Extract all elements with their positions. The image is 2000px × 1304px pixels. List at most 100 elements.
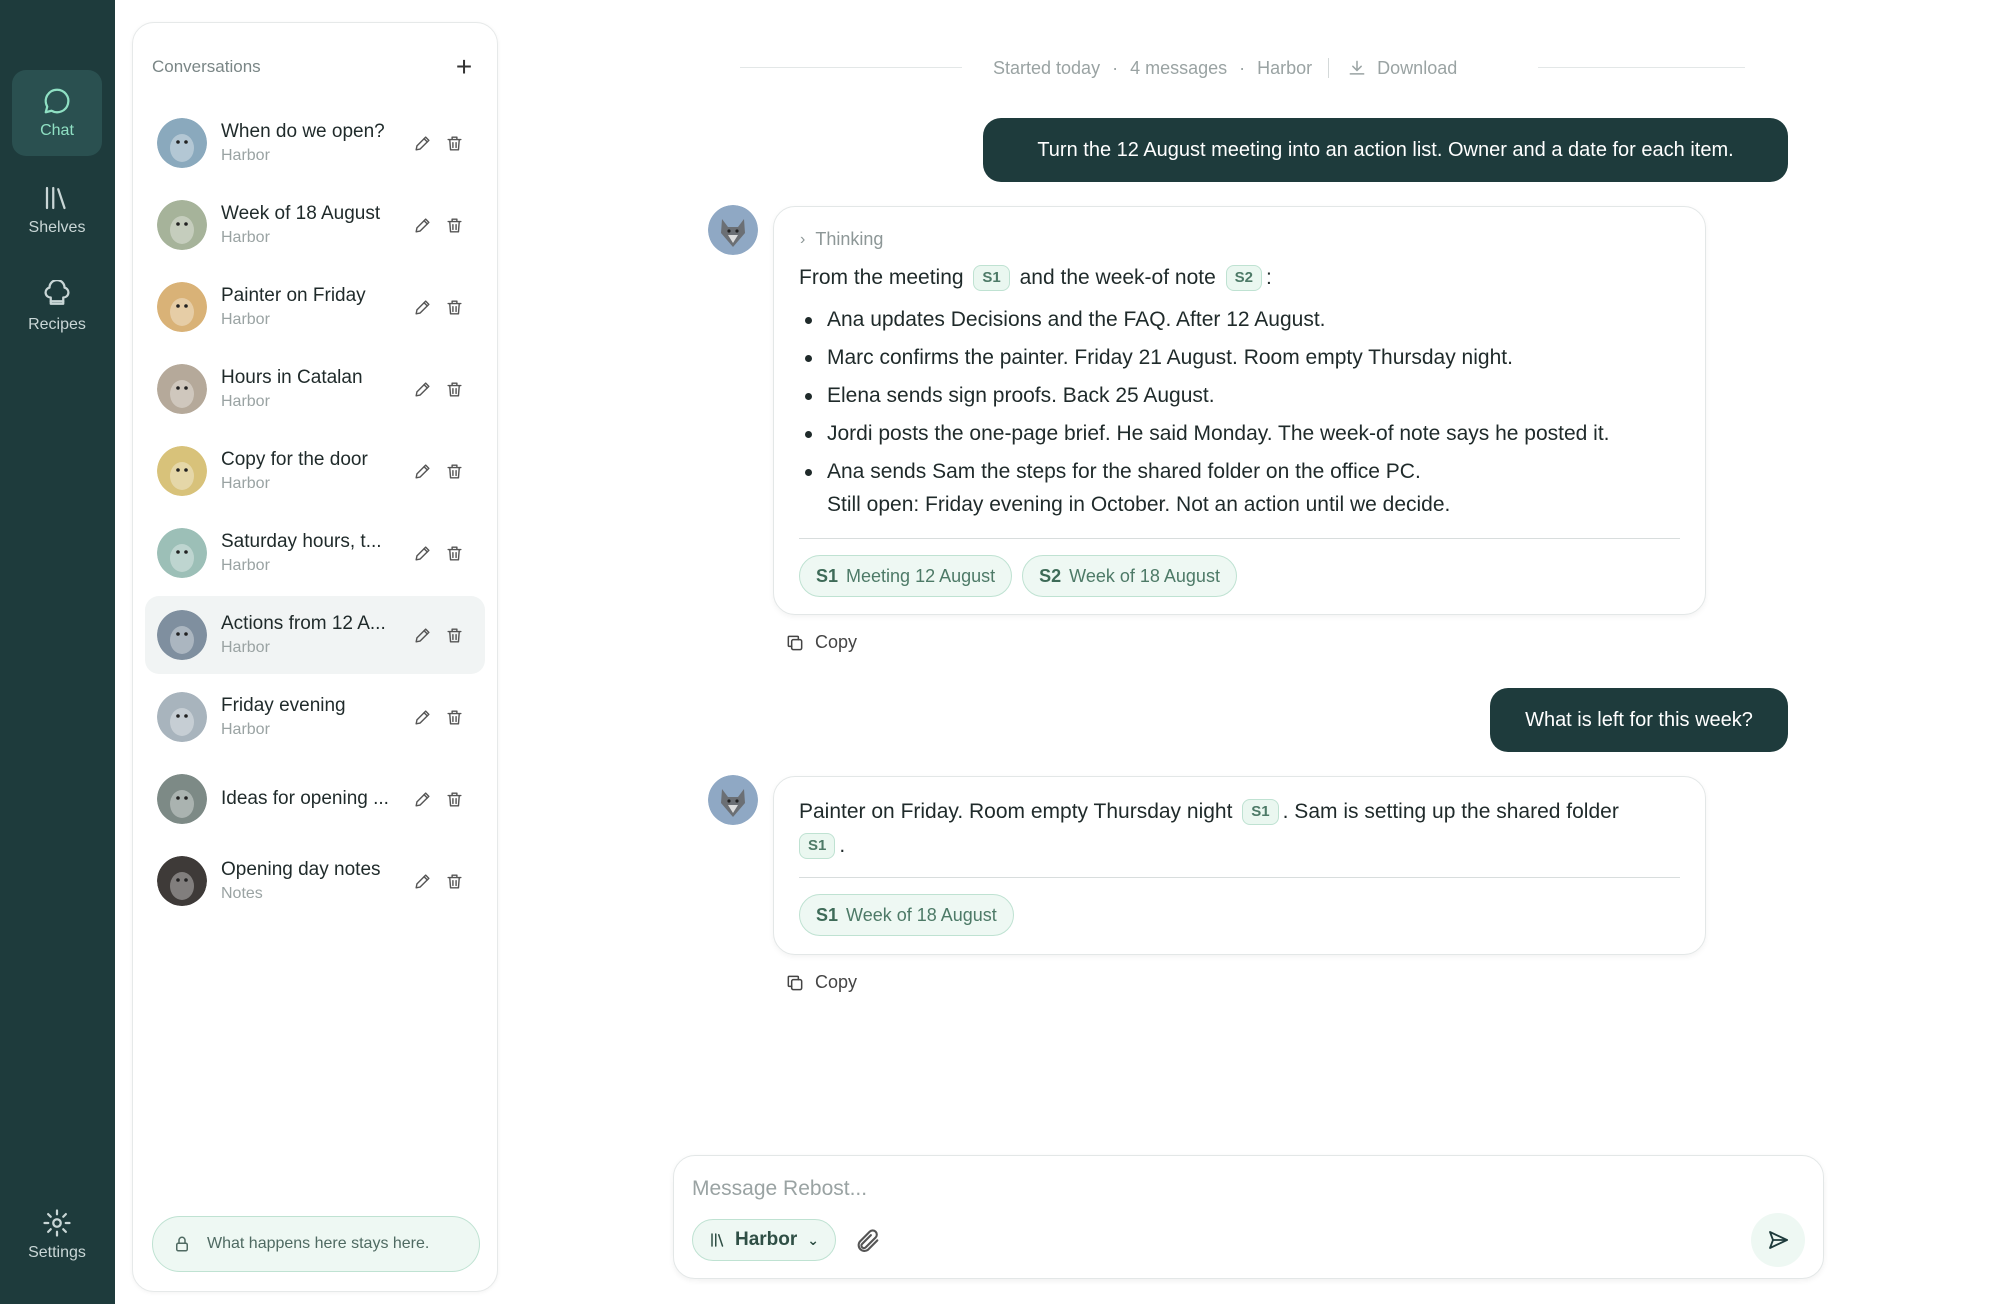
copy-button[interactable]: Copy [785, 972, 857, 993]
edit-conversation-button[interactable] [409, 212, 435, 238]
copy-button[interactable]: Copy [785, 632, 857, 653]
chevron-down-icon: ⌄ [807, 1231, 820, 1248]
edit-conversation-button[interactable] [409, 294, 435, 320]
nav-shelves[interactable]: Shelves [12, 167, 102, 253]
thinking-label: Thinking [815, 229, 884, 249]
conversations-panel: Conversations + When do we open? Harbor We… [132, 22, 498, 1292]
pencil-icon [414, 545, 430, 561]
edit-conversation-button[interactable] [409, 704, 435, 730]
edit-conversation-button[interactable] [409, 786, 435, 812]
source-pill[interactable]: S1 Meeting 12 August [799, 555, 1013, 597]
citation-chip-s1[interactable]: S1 [973, 265, 1010, 291]
conversation-item[interactable]: Saturday hours, t... Harbor [145, 514, 485, 592]
conversation-name: Opening day notes [221, 859, 381, 880]
copy-label: Copy [815, 632, 858, 652]
nav-settings[interactable]: Settings [12, 1192, 102, 1278]
assistant-message: Painter on Friday. Room empty Thursday n… [773, 776, 1706, 955]
delete-conversation-button[interactable] [441, 130, 467, 156]
nav-recipes[interactable]: Recipes [12, 264, 102, 350]
trash-icon [446, 299, 462, 315]
assistant-intro: From the meeting S1 and the week-of note… [799, 263, 1272, 293]
edit-conversation-button[interactable] [409, 130, 435, 156]
citation-chip-s2[interactable]: S2 [1225, 265, 1262, 291]
reply-text-a: Painter on Friday. Room empty Thursday n… [799, 800, 1233, 823]
conversation-shelf: Harbor [221, 311, 270, 328]
conversation-item[interactable]: Actions from 12 A... Harbor [145, 596, 485, 674]
assistant-message: › Thinking From the meeting S1 and the w… [773, 206, 1706, 615]
conversation-item[interactable]: Painter on Friday Harbor [145, 268, 485, 346]
trash-icon [446, 873, 462, 889]
sources-row: S1 Meeting 12 August S2 Week of 18 August [799, 555, 1247, 597]
conversation-item[interactable]: Copy for the door Harbor [145, 432, 485, 510]
conversation-item[interactable]: Opening day notes Notes [145, 842, 485, 920]
source-pill[interactable]: S2 Week of 18 August [1022, 555, 1237, 597]
pencil-icon [414, 873, 430, 889]
action-list: Ana updates Decisions and the FAQ. After… [799, 305, 1610, 495]
conversation-shelf: Harbor [221, 721, 270, 738]
shelf-selector-label: Harbor [735, 1229, 798, 1250]
download-button[interactable]: Download [1347, 58, 1457, 79]
source-tag: S1 [816, 565, 839, 586]
nav-chat[interactable]: Chat [12, 70, 102, 156]
trash-icon [446, 627, 462, 643]
delete-conversation-button[interactable] [441, 294, 467, 320]
assistant-avatar [708, 205, 758, 255]
chat-bubble-icon [44, 88, 70, 114]
thinking-toggle[interactable]: › Thinking [800, 229, 883, 250]
source-label: Week of 18 August [846, 904, 997, 925]
conversation-item[interactable]: Hours in Catalan Harbor [145, 350, 485, 428]
edit-conversation-button[interactable] [409, 868, 435, 894]
conversation-item[interactable]: Ideas for opening ... [145, 760, 485, 838]
delete-conversation-button[interactable] [441, 622, 467, 648]
lock-icon [176, 1236, 188, 1252]
conversation-shelf: Harbor [221, 557, 270, 574]
conversations-title: Conversations [152, 57, 261, 76]
giraffe-avatar [157, 446, 207, 496]
source-pill[interactable]: S1 Week of 18 August [799, 894, 1014, 936]
pencil-icon [414, 463, 430, 479]
koala-avatar [157, 364, 207, 414]
delete-conversation-button[interactable] [441, 458, 467, 484]
chef-hat-icon [44, 280, 70, 305]
edit-conversation-button[interactable] [409, 376, 435, 402]
delete-conversation-button[interactable] [441, 212, 467, 238]
paperclip-icon[interactable] [854, 1227, 882, 1255]
wolf-avatar [157, 610, 207, 660]
edit-conversation-button[interactable] [409, 458, 435, 484]
send-button[interactable] [1751, 1213, 1805, 1267]
new-conversation-button[interactable]: + [450, 53, 478, 81]
books-icon [711, 1233, 724, 1247]
delete-conversation-button[interactable] [441, 540, 467, 566]
action-item: Marc confirms the painter. Friday 21 Aug… [799, 343, 1610, 381]
delete-conversation-button[interactable] [441, 868, 467, 894]
wolf-avatar-icon [708, 775, 758, 825]
conversation-name: When do we open? [221, 121, 385, 142]
conversation-name: Saturday hours, t... [221, 531, 382, 552]
edit-conversation-button[interactable] [409, 622, 435, 648]
conversations-header: Conversations + [152, 53, 478, 81]
nav-settings-label: Settings [28, 1244, 86, 1261]
citation-chip-s1[interactable]: S1 [1242, 799, 1279, 825]
dog-avatar [157, 282, 207, 332]
intro-text-a: From the meeting [799, 266, 964, 289]
edit-conversation-button[interactable] [409, 540, 435, 566]
assistant-avatar [708, 775, 758, 825]
pencil-icon [414, 381, 430, 397]
privacy-note: What happens here stays here. [152, 1216, 480, 1272]
shelf-selector[interactable]: Harbor ⌄ [692, 1219, 837, 1261]
pencil-icon [414, 135, 430, 151]
conversation-item[interactable]: Week of 18 August Harbor [145, 186, 485, 264]
raccoon-avatar [157, 774, 207, 824]
conversation-item[interactable]: When do we open? Harbor [145, 104, 485, 182]
conversation-shelf: Harbor [221, 475, 270, 492]
action-item: Elena sends sign proofs. Back 25 August. [799, 381, 1610, 419]
copy-label: Copy [815, 972, 858, 992]
delete-conversation-button[interactable] [441, 786, 467, 812]
message-input[interactable] [692, 1172, 1792, 1206]
conversation-item[interactable]: Friday evening Harbor [145, 678, 485, 756]
citation-chip-s1[interactable]: S1 [799, 833, 836, 859]
delete-conversation-button[interactable] [441, 704, 467, 730]
send-icon [1769, 1231, 1788, 1249]
delete-conversation-button[interactable] [441, 376, 467, 402]
pencil-icon [414, 627, 430, 643]
